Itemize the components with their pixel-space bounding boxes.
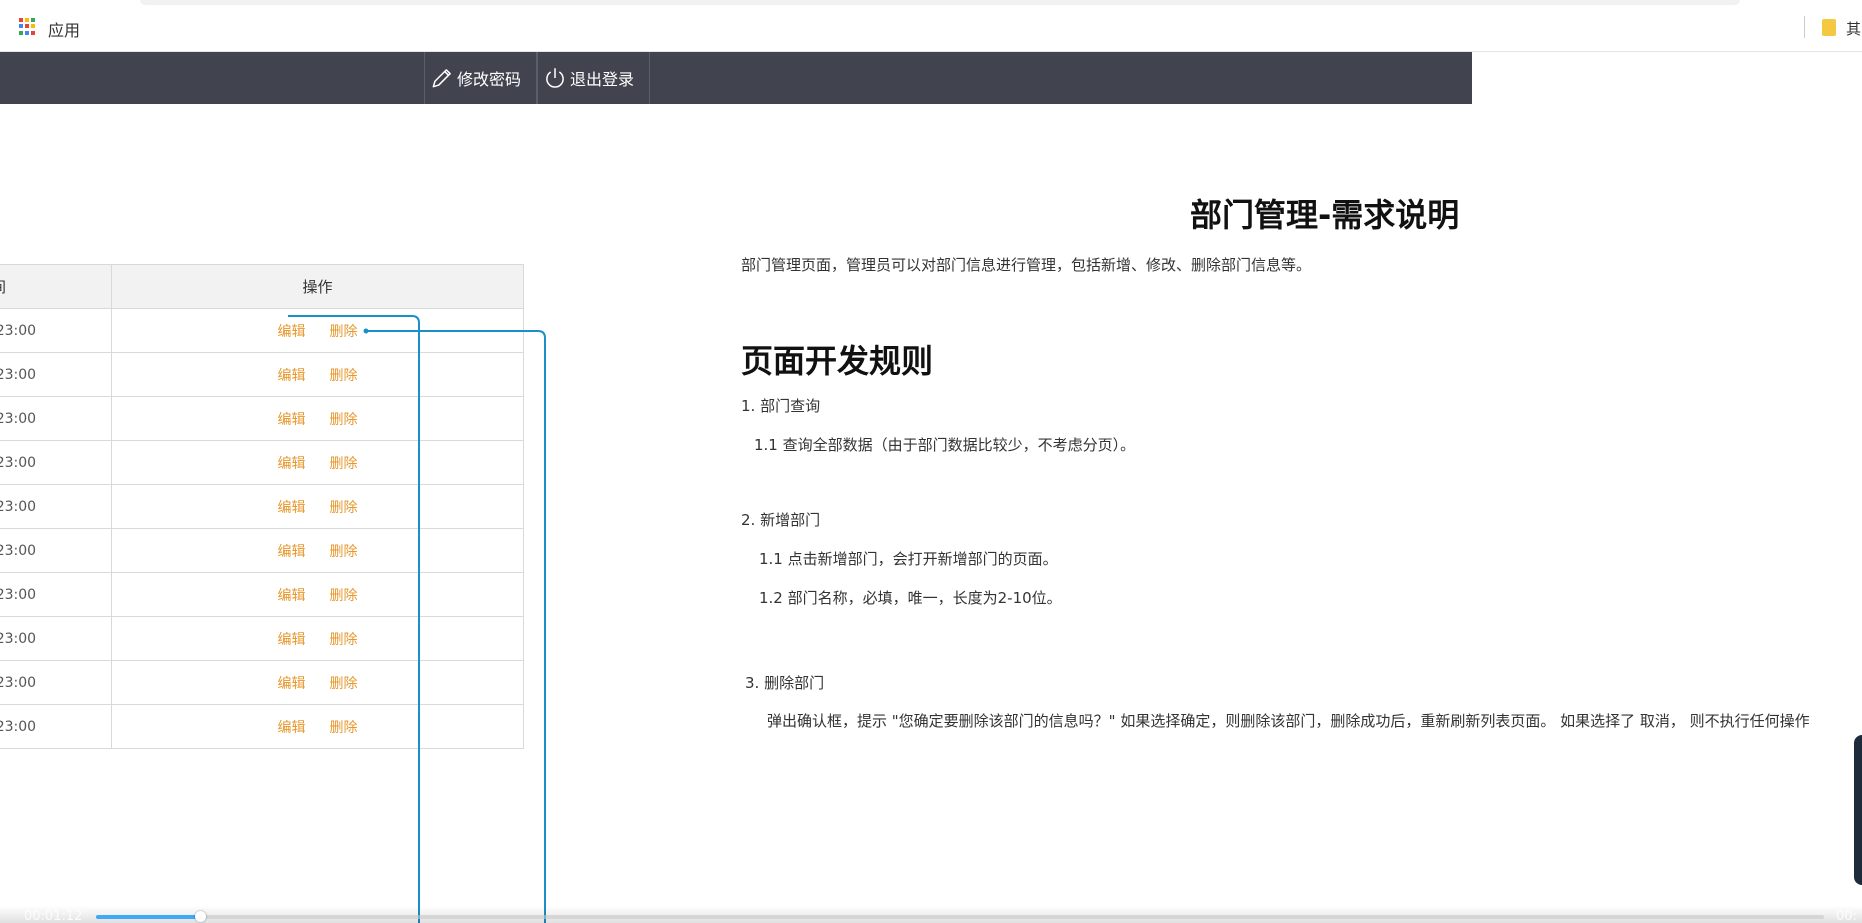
delete-link[interactable]: 删除: [330, 456, 358, 472]
apps-icon-dot: [31, 30, 35, 35]
rule-delete-department: 3. 删除部门: [745, 674, 825, 692]
edit-link[interactable]: 编辑: [278, 324, 306, 340]
apps-icon-dot: [25, 24, 29, 29]
edit-link[interactable]: 编辑: [278, 676, 306, 692]
table-row: :23:00 编辑 删除: [0, 484, 524, 529]
delete-link[interactable]: 删除: [330, 632, 358, 648]
bookmarks-bar: 应用 其: [0, 0, 1862, 52]
apps-icon-dot: [25, 30, 29, 35]
logout-label: 退出登录: [570, 70, 635, 89]
apps-icon-dot: [31, 18, 35, 22]
change-password-label: 修改密码: [457, 70, 522, 89]
delete-link[interactable]: 删除: [330, 720, 358, 736]
time-cell: :23:00: [0, 396, 112, 441]
delete-link[interactable]: 删除: [330, 588, 358, 604]
action-cell: 编辑 删除: [111, 660, 524, 705]
logout-button[interactable]: 退出登录: [537, 52, 650, 104]
edit-link[interactable]: 编辑: [278, 588, 306, 604]
apps-icon-dot: [19, 18, 23, 22]
edit-link[interactable]: 编辑: [278, 456, 306, 472]
action-cell: 编辑 删除: [111, 352, 524, 397]
video-progress-handle[interactable]: [195, 911, 206, 922]
table-row: :23:00 编辑 删除: [0, 308, 524, 353]
change-password-button[interactable]: 修改密码: [424, 52, 537, 104]
rule-query-all: 1.1 查询全部数据（由于部门数据比较少，不考虑分页）。: [754, 436, 1136, 454]
delete-link[interactable]: 删除: [330, 324, 358, 340]
action-cell: 编辑 删除: [111, 308, 524, 353]
action-cell: 编辑 删除: [111, 484, 524, 529]
video-total-time: 00:: [1836, 909, 1857, 923]
doc-title: 部门管理-需求说明: [1190, 196, 1460, 234]
table-row: :23:00 编辑 删除: [0, 660, 524, 705]
action-cell: 编辑 删除: [111, 528, 524, 573]
side-floating-widget[interactable]: [1854, 735, 1862, 885]
apps-icon-dot: [19, 30, 23, 35]
rule-delete-confirm: 弹出确认框，提示 "您确定要删除该部门的信息吗？" 如果选择确定，则删除该部门，…: [767, 712, 1810, 730]
time-cell: :23:00: [0, 352, 112, 397]
table-row: :23:00 编辑 删除: [0, 616, 524, 661]
delete-link[interactable]: 删除: [330, 500, 358, 516]
time-cell: :23:00: [0, 704, 112, 749]
time-cell: :23:00: [0, 660, 112, 705]
apps-label[interactable]: 应用: [48, 17, 80, 41]
department-table: 间 操作 :23:00编辑删除:23:00编辑删除:23:00编辑删除:23:0…: [0, 264, 524, 749]
delete-link[interactable]: 删除: [330, 368, 358, 384]
edit-link[interactable]: 编辑: [278, 632, 306, 648]
time-cell: :23:00: [0, 440, 112, 485]
apps-icon-dot: [31, 24, 35, 29]
rule-add-open-page: 1.1 点击新增部门，会打开新增部门的页面。: [759, 550, 1058, 568]
rule-department-query: 1. 部门查询: [741, 397, 821, 415]
delete-link[interactable]: 删除: [330, 544, 358, 560]
doc-section-heading: 页面开发规则: [741, 342, 934, 380]
folder-icon[interactable]: [1822, 19, 1836, 36]
top-header: 修改密码 退出登录: [0, 52, 1472, 104]
table-row: :23:00 编辑 删除: [0, 352, 524, 397]
table-row: :23:00 编辑 删除: [0, 440, 524, 485]
table-row: :23:00 编辑 删除: [0, 528, 524, 573]
action-cell: 编辑 删除: [111, 704, 524, 749]
power-icon: [546, 68, 564, 88]
video-progress-fill: [96, 915, 200, 919]
time-cell: :23:00: [0, 572, 112, 617]
edit-link[interactable]: 编辑: [278, 500, 306, 516]
time-column-header: 间: [0, 264, 112, 309]
video-progress-track[interactable]: [96, 915, 1824, 919]
delete-link[interactable]: 删除: [330, 676, 358, 692]
apps-icon-dot: [19, 24, 23, 29]
action-cell: 编辑 删除: [111, 440, 524, 485]
action-cell: 编辑 删除: [111, 572, 524, 617]
bookmarks-separator: [1804, 16, 1805, 38]
table-header-row: 间 操作: [0, 264, 524, 309]
action-cell: 编辑 删除: [111, 396, 524, 441]
time-cell: :23:00: [0, 484, 112, 529]
rule-add-department: 2. 新增部门: [741, 511, 821, 529]
apps-grid-icon[interactable]: [19, 18, 36, 35]
doc-intro: 部门管理页面，管理员可以对部门信息进行管理，包括新增、修改、删除部门信息等。: [741, 256, 1312, 274]
table-row: :23:00 编辑 删除: [0, 704, 524, 749]
action-cell: 编辑 删除: [111, 616, 524, 661]
apps-icon-dot: [25, 18, 29, 22]
address-bar-edge: [140, 0, 1740, 5]
delete-link[interactable]: 删除: [330, 412, 358, 428]
table-row: :23:00 编辑 删除: [0, 396, 524, 441]
action-column-header: 操作: [111, 264, 524, 309]
edit-link[interactable]: 编辑: [278, 412, 306, 428]
time-cell: :23:00: [0, 308, 112, 353]
edit-link[interactable]: 编辑: [278, 544, 306, 560]
time-cell: :23:00: [0, 528, 112, 573]
edit-link[interactable]: 编辑: [278, 720, 306, 736]
time-cell: :23:00: [0, 616, 112, 661]
other-bookmarks-label[interactable]: 其: [1846, 18, 1862, 39]
table-row: :23:00 编辑 删除: [0, 572, 524, 617]
edit-link[interactable]: 编辑: [278, 368, 306, 384]
video-current-time: 00:01:12: [24, 909, 83, 923]
rule-department-name: 1.2 部门名称，必填，唯一，长度为2-10位。: [759, 589, 1062, 607]
pencil-icon: [432, 69, 451, 88]
